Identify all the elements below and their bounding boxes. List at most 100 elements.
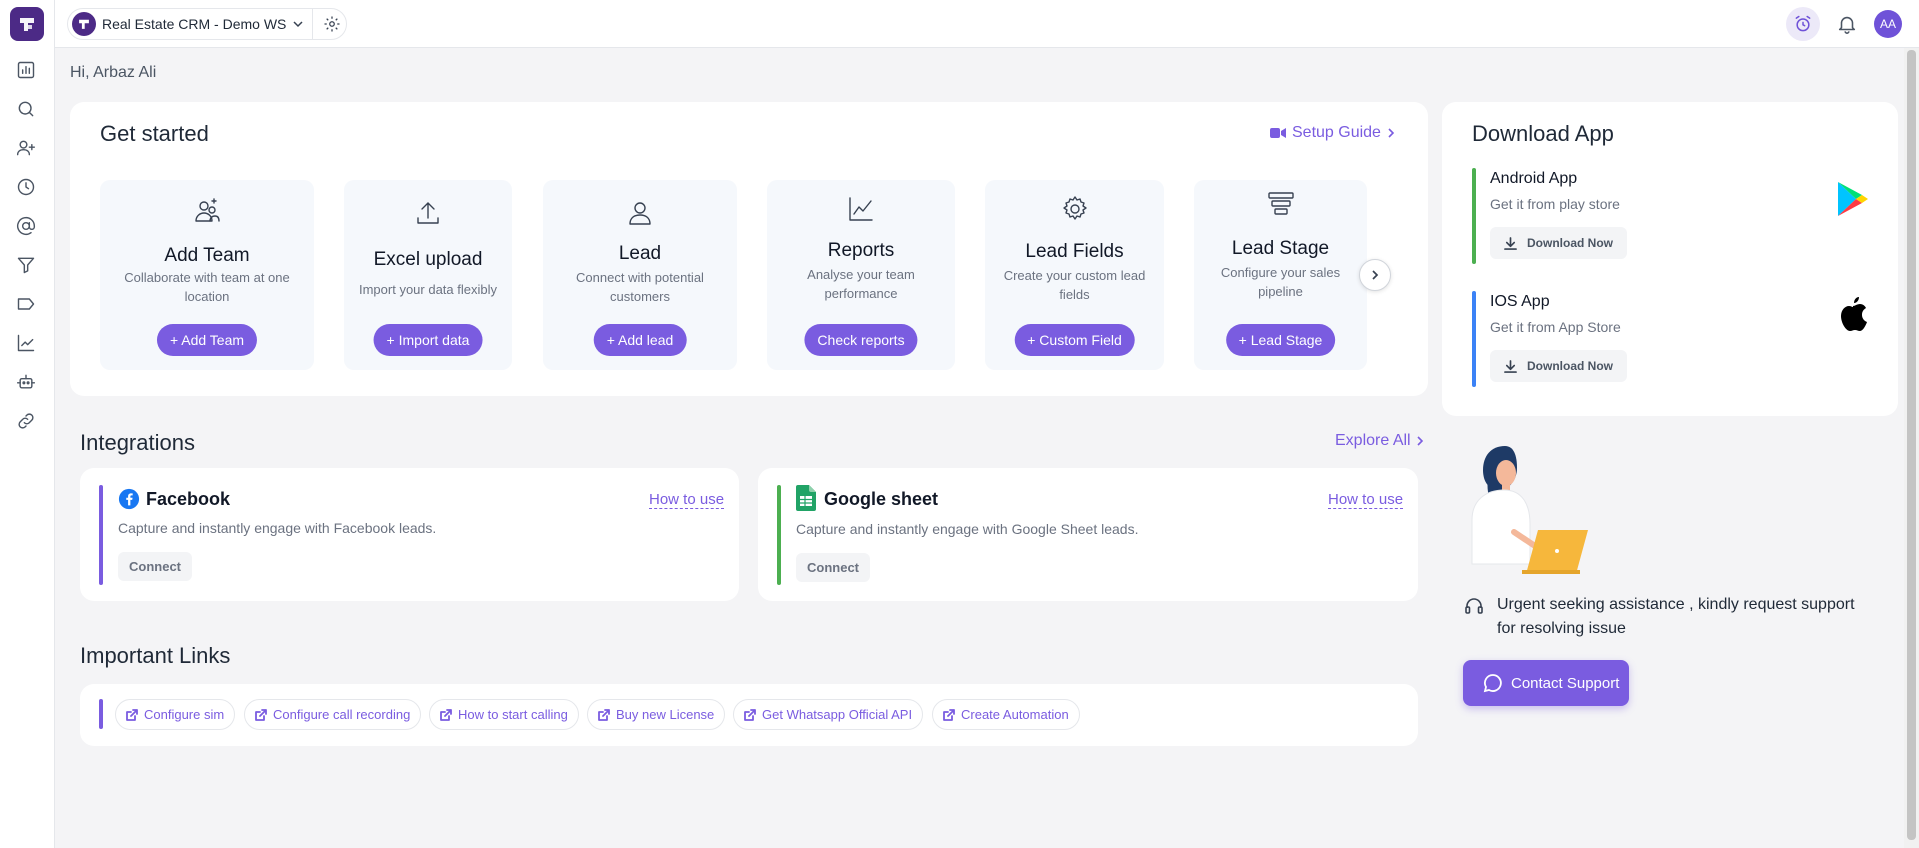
funnel-layers-icon: [1266, 190, 1296, 222]
dashboard-icon[interactable]: [14, 58, 38, 82]
person-icon: [625, 198, 655, 230]
tile-reports: Reports Analyse your team performance Ch…: [767, 180, 955, 370]
tag-icon[interactable]: [14, 292, 38, 316]
explore-all-link[interactable]: Explore All: [1335, 432, 1424, 450]
workspace-avatar: [72, 12, 96, 36]
add-lead-stage-button[interactable]: + Lead Stage: [1225, 324, 1336, 356]
download-icon: [1504, 359, 1517, 373]
video-camera-icon: [1270, 128, 1286, 138]
explore-all-label: Explore All: [1335, 432, 1411, 449]
chat-bubble-icon: [1483, 674, 1502, 693]
contact-support-label: Contact Support: [1511, 674, 1620, 692]
add-user-icon[interactable]: [14, 136, 38, 160]
android-app-row: Android App Get it from play store Downl…: [1472, 168, 1872, 264]
bell-icon[interactable]: [1836, 13, 1858, 35]
app-name: Android App: [1490, 170, 1578, 187]
tile-description: Import your data flexibly: [358, 282, 497, 297]
link-get-whatsapp-official-api[interactable]: Get Whatsapp Official API: [733, 699, 924, 730]
tile-description: Collaborate with team at one location: [124, 270, 290, 304]
add-team-button[interactable]: + Add Team: [156, 324, 258, 356]
integration-description: Capture and instantly engage with Facebo…: [118, 520, 437, 536]
custom-field-button[interactable]: + Custom Field: [1014, 324, 1135, 356]
tile-title: Add Team: [164, 245, 250, 266]
gear-icon: [1060, 194, 1090, 226]
tile-description: Configure your sales pipeline: [1220, 265, 1341, 299]
trending-chart-icon[interactable]: [14, 331, 38, 355]
import-data-button[interactable]: + Import data: [373, 324, 483, 356]
workspace-name: Real Estate CRM - Demo WS: [102, 16, 287, 32]
integration-name: Google sheet: [824, 489, 939, 509]
link-label: Buy new License: [616, 707, 715, 722]
facebook-connect-button[interactable]: Connect: [118, 552, 192, 581]
link-icon[interactable]: [14, 409, 38, 433]
tile-title: Lead Fields: [1025, 241, 1124, 262]
contact-support-button[interactable]: Contact Support: [1463, 660, 1629, 706]
at-sign-icon[interactable]: [14, 214, 38, 238]
important-links-title: Important Links: [80, 643, 231, 668]
apple-icon: [1841, 297, 1867, 331]
add-lead-button[interactable]: + Add lead: [593, 324, 687, 356]
android-download-button[interactable]: Download Now: [1490, 227, 1627, 259]
tile-add-team: Add Team Collaborate with team at one lo…: [100, 180, 314, 370]
app-subtitle: Get it from App Store: [1490, 319, 1621, 335]
chevron-right-icon: [1388, 128, 1395, 138]
link-configure-sim[interactable]: Configure sim: [115, 699, 236, 730]
tile-title: Lead Stage: [1231, 238, 1330, 259]
divider: [312, 9, 314, 39]
accent-bar: [99, 699, 103, 729]
tile-description: Analyse your team performance: [807, 267, 915, 301]
team-icon: [192, 196, 222, 228]
app-subtitle: Get it from play store: [1490, 196, 1620, 212]
external-link-icon: [598, 708, 610, 721]
app-name: IOS App: [1490, 293, 1550, 310]
accent-bar: [1472, 291, 1476, 387]
workspace-selector[interactable]: Real Estate CRM - Demo WS: [67, 8, 347, 40]
user-avatar[interactable]: AA: [1874, 10, 1902, 38]
accent-bar: [99, 485, 103, 585]
chevron-right-icon: [1417, 436, 1423, 446]
carousel-next-button[interactable]: [1359, 259, 1391, 291]
tile-title: Excel upload: [373, 249, 483, 270]
support-message: Urgent seeking assistance , kindly reque…: [1497, 596, 1855, 637]
topbar: Real Estate CRM - Demo WS: [55, 0, 1919, 48]
get-started-title: Get started: [100, 121, 209, 146]
settings-gear-icon[interactable]: [323, 15, 341, 33]
google-sheets-icon: [796, 485, 816, 511]
link-label: Create Automation: [961, 707, 1069, 722]
link-label: How to start calling: [458, 707, 568, 722]
link-how-to-start-calling[interactable]: How to start calling: [429, 699, 579, 730]
link-buy-new-license[interactable]: Buy new License: [587, 699, 726, 730]
google-sheet-how-to-use-link[interactable]: How to use: [1328, 491, 1404, 509]
upload-icon: [413, 198, 443, 230]
facebook-how-to-use-link[interactable]: How to use: [649, 491, 725, 509]
search-icon[interactable]: [14, 97, 38, 121]
download-icon: [1504, 236, 1517, 250]
support-illustration: [1471, 446, 1588, 574]
external-link-icon: [126, 708, 138, 721]
tile-description: Create your custom lead fields: [1003, 268, 1146, 302]
robot-icon[interactable]: [14, 370, 38, 394]
chevron-right-icon: [1372, 270, 1379, 280]
google-sheet-connect-button[interactable]: Connect: [796, 553, 870, 582]
link-label: Configure sim: [144, 707, 225, 722]
external-link-icon: [943, 708, 955, 721]
ios-download-button[interactable]: Download Now: [1490, 350, 1627, 382]
tile-lead-fields: Lead Fields Create your custom lead fiel…: [985, 180, 1164, 370]
scrollbar-thumb[interactable]: [1907, 50, 1916, 840]
integrations-title: Integrations: [80, 430, 195, 455]
link-configure-call-recording[interactable]: Configure call recording: [244, 699, 422, 730]
check-reports-button[interactable]: Check reports: [804, 324, 918, 356]
link-create-automation[interactable]: Create Automation: [932, 699, 1080, 730]
greeting: Hi, Arbaz Ali: [70, 64, 157, 81]
sidebar: [0, 0, 55, 848]
logo-icon: [79, 19, 89, 29]
filter-icon[interactable]: [14, 253, 38, 277]
accent-bar: [777, 485, 781, 585]
app-logo[interactable]: [10, 7, 44, 41]
setup-guide-link[interactable]: Setup Guide: [1270, 124, 1395, 142]
tile-excel-upload: Excel upload Import your data flexibly +…: [344, 180, 512, 370]
clock-icon[interactable]: [14, 175, 38, 199]
download-label: Download Now: [1527, 359, 1613, 373]
alarm-clock-button[interactable]: [1786, 7, 1820, 41]
tile-lead: Lead Connect with potential customers + …: [543, 180, 737, 370]
